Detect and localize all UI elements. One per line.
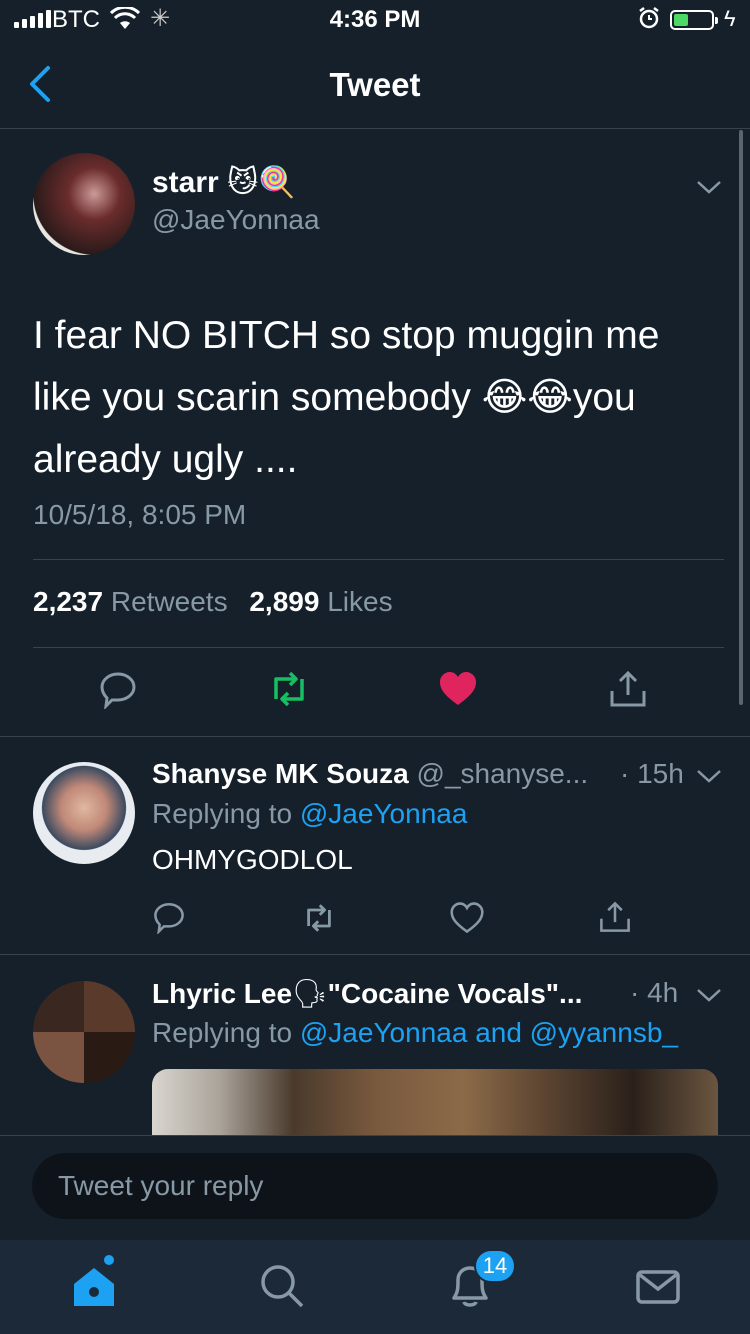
retweets-label[interactable]: Retweets xyxy=(111,586,228,617)
main-tweet: starr 😼🍭 @JaeYonnaa I fear NO BITCH so s… xyxy=(0,129,750,737)
home-icon[interactable] xyxy=(68,1260,120,1312)
replying-to-link[interactable]: @JaeYonnaa and @yyannsb_ xyxy=(300,1017,678,1048)
replying-to-link[interactable]: @JaeYonnaa xyxy=(300,798,468,829)
like-icon[interactable] xyxy=(438,669,478,709)
page-title: Tweet xyxy=(329,66,421,103)
reply-media-image[interactable] xyxy=(152,1069,718,1135)
chevron-down-icon[interactable] xyxy=(696,179,722,195)
reply-tweet[interactable]: Shanyse MK Souza @_shanyse... · 15h Repl… xyxy=(0,736,750,955)
reply-composer xyxy=(0,1135,750,1240)
battery-icon xyxy=(670,10,718,30)
charging-icon: ϟ xyxy=(724,6,736,31)
replying-to: Replying to @JaeYonnaa xyxy=(152,798,467,830)
chevron-down-icon[interactable] xyxy=(696,768,722,784)
retweet-icon[interactable] xyxy=(300,902,338,934)
replying-to: Replying to @JaeYonnaa and @yyannsb_ xyxy=(152,1017,678,1049)
reply-input[interactable] xyxy=(32,1153,718,1219)
navigation-bar: Tweet xyxy=(0,40,750,129)
author-avatar[interactable] xyxy=(33,153,135,255)
author-emoji: 😼🍭 xyxy=(227,166,296,199)
retweets-count[interactable]: 2,237 xyxy=(33,586,103,617)
share-icon[interactable] xyxy=(598,900,632,934)
divider xyxy=(33,559,724,560)
tweet-text: I fear NO BITCH so stop muggin me like y… xyxy=(33,314,660,481)
author-name-text: starr xyxy=(152,166,219,199)
author-name[interactable]: starr 😼🍭 xyxy=(152,165,296,200)
reply-icon[interactable] xyxy=(98,669,138,709)
share-icon[interactable] xyxy=(608,669,648,709)
scrollbar[interactable] xyxy=(739,130,743,705)
reply-time: · 4h xyxy=(630,977,679,1008)
reply-author-handle: @_shanyse... xyxy=(416,758,589,789)
reply-author-name: Shanyse MK Souza xyxy=(152,758,409,789)
messages-icon[interactable] xyxy=(632,1260,684,1312)
status-bar: BTC ✳ 4:36 PM ϟ xyxy=(0,0,750,40)
retweet-icon[interactable] xyxy=(266,669,312,709)
likes-label[interactable]: Likes xyxy=(327,586,392,617)
author-handle[interactable]: @JaeYonnaa xyxy=(152,204,320,236)
reply-author[interactable]: Lhyric Lee🗣"Cocaine Vocals"... xyxy=(152,977,582,1010)
replying-prefix: Replying to xyxy=(152,1017,293,1048)
reply-icon[interactable] xyxy=(152,900,186,934)
speaking-head-emoji: 🗣 xyxy=(292,978,328,1009)
chevron-down-icon[interactable] xyxy=(696,987,722,1003)
tweet-timestamp: 10/5/18, 8:05 PM xyxy=(33,499,247,530)
reply-avatar[interactable] xyxy=(33,981,135,1083)
home-unread-dot xyxy=(104,1255,114,1265)
reply-time: · 15h xyxy=(620,758,684,789)
divider xyxy=(33,647,724,648)
reply-author[interactable]: Shanyse MK Souza @_shanyse... xyxy=(152,758,588,790)
reply-author-name: Lhyric Lee xyxy=(152,978,293,1009)
alarm-icon xyxy=(639,7,659,29)
replying-prefix: Replying to xyxy=(152,798,293,829)
reply-text: OHMYGODLOL xyxy=(152,844,353,875)
likes-count[interactable]: 2,899 xyxy=(249,586,319,617)
reply-author-name-suffix: "Cocaine Vocals"... xyxy=(327,978,583,1009)
tab-bar xyxy=(0,1240,750,1334)
search-icon[interactable] xyxy=(256,1260,308,1312)
like-icon[interactable] xyxy=(450,901,484,935)
reply-avatar[interactable] xyxy=(33,762,135,864)
reply-tweet[interactable]: Lhyric Lee🗣"Cocaine Vocals"... · 4h Repl… xyxy=(0,955,750,1135)
tweet-stats: 2,237 Retweets 2,899 Likes xyxy=(33,586,407,618)
notifications-badge: 14 xyxy=(474,1249,516,1283)
